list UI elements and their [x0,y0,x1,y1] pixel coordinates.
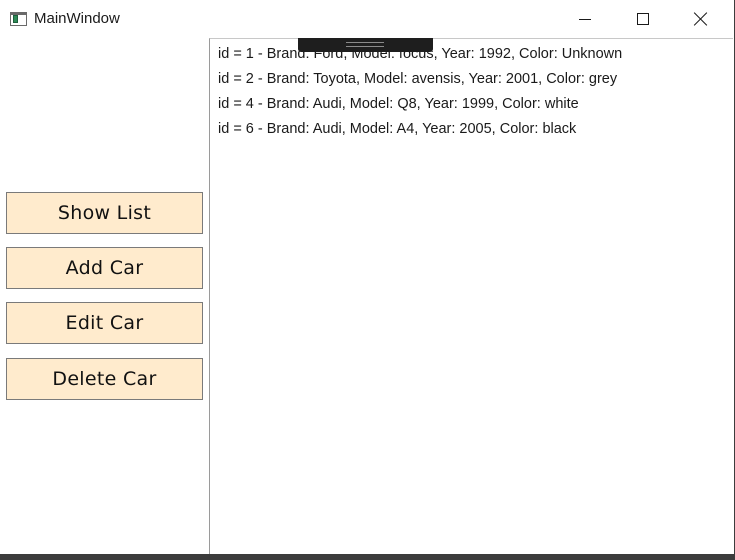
car-list-box[interactable]: id = 1 - Brand: Ford, Model: focus, Year… [209,38,733,554]
close-button[interactable] [672,0,730,38]
grip-icon [346,42,384,47]
list-item[interactable]: id = 2 - Brand: Toyota, Model: avensis, … [218,68,617,90]
minimize-icon [579,18,591,20]
delete-car-button[interactable]: Delete Car [6,358,203,400]
title-bar[interactable]: MainWindow [0,0,734,38]
maximize-button[interactable] [614,0,672,38]
edit-car-button[interactable]: Edit Car [6,302,203,344]
list-item[interactable]: id = 6 - Brand: Audi, Model: A4, Year: 2… [218,118,576,140]
window-content: Show List Add Car Edit Car Delete Car id… [0,38,734,554]
add-car-button[interactable]: Add Car [6,247,203,289]
show-list-button[interactable]: Show List [6,192,203,234]
maximize-icon [637,13,649,25]
close-icon [694,12,708,26]
window-title: MainWindow [34,10,120,27]
minimize-button[interactable] [556,0,614,38]
window-app-icon [10,12,27,26]
main-window: MainWindow Show List Add Car Edit Car De… [0,0,735,560]
list-item[interactable]: id = 4 - Brand: Audi, Model: Q8, Year: 1… [218,93,579,115]
window-bottom-edge [0,554,735,560]
debug-toolbar[interactable] [298,38,433,52]
